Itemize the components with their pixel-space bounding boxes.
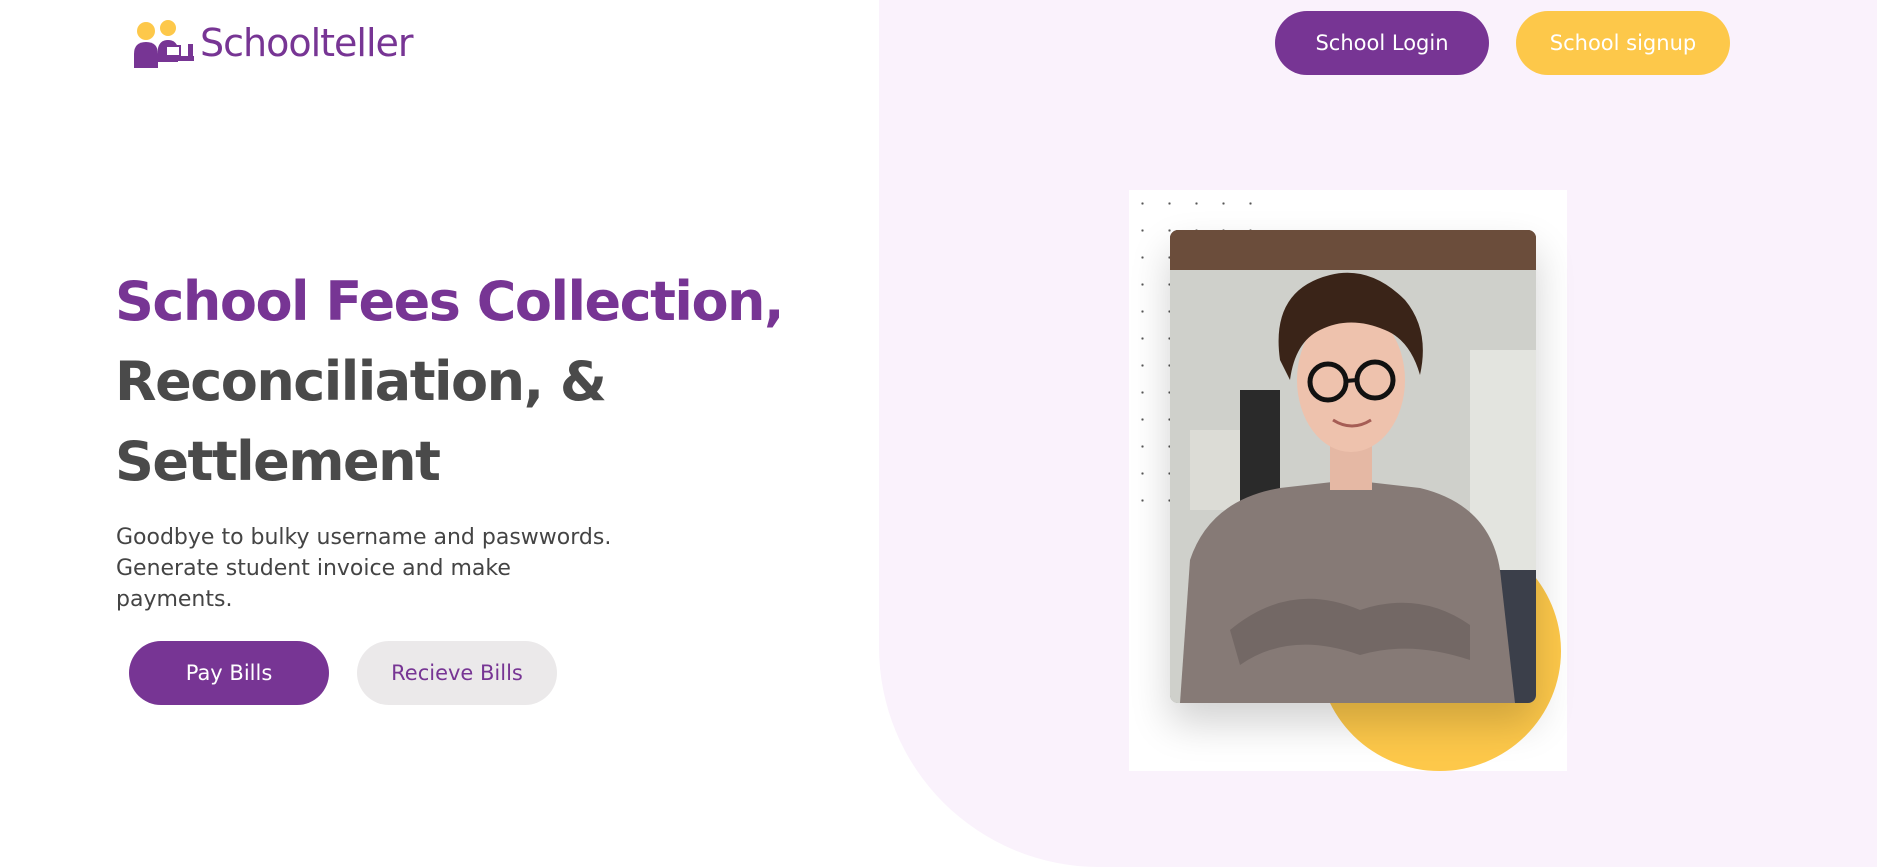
pay-bills-button[interactable]: Pay Bills bbox=[129, 641, 329, 705]
school-signup-button[interactable]: School signup bbox=[1516, 11, 1730, 75]
logo[interactable]: Schoolteller bbox=[130, 18, 414, 68]
hero-photo bbox=[1170, 230, 1536, 703]
logo-text: Schoolteller bbox=[200, 21, 414, 65]
hero-subtitle: Goodbye to bulky username and paswwords.… bbox=[116, 525, 612, 612]
school-login-button[interactable]: School Login bbox=[1275, 11, 1489, 75]
hero-title: School Fees Collection, Reconciliation, … bbox=[115, 262, 785, 502]
hero-title-line3: Settlement bbox=[115, 430, 441, 493]
receive-bills-button[interactable]: Recieve Bills bbox=[357, 641, 557, 705]
woman-portrait-image bbox=[1170, 230, 1536, 703]
hero-title-accent: School Fees Collection, bbox=[115, 270, 785, 333]
hero-title-line2: Reconciliation, & bbox=[115, 350, 607, 413]
logo-people-icon bbox=[134, 20, 194, 68]
